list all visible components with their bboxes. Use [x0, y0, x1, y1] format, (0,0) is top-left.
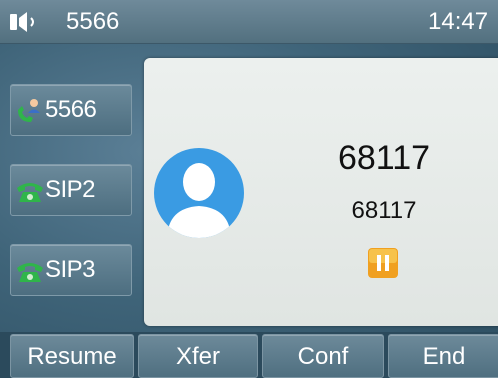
account-label: 5566	[66, 8, 120, 35]
line-key-5566[interactable]: 5566	[10, 84, 132, 136]
phone-icon	[17, 183, 43, 202]
resume-button[interactable]: Resume	[10, 334, 134, 378]
conference-button[interactable]: Conf	[262, 334, 384, 378]
speakerphone-icon	[10, 12, 34, 32]
call-panel: 68117 68117	[144, 58, 498, 326]
caller-number: 68117	[351, 197, 417, 224]
line-key-sip2[interactable]: SIP2	[10, 164, 132, 216]
line-key-label: SIP2	[45, 176, 96, 203]
phone-screen: 5566 14:47 5566 SIP2 SIP3 68117 68117 Re…	[0, 0, 498, 378]
hold-icon	[368, 248, 398, 278]
line-key-label: 5566	[45, 96, 97, 123]
softkey-bar: Resume Xfer Conf End	[0, 332, 498, 378]
contact-avatar-icon	[154, 148, 244, 238]
caller-name: 68117	[337, 139, 431, 177]
end-call-button[interactable]: End	[388, 334, 498, 378]
line-key-sip3[interactable]: SIP3	[10, 244, 132, 296]
transfer-button[interactable]: Xfer	[138, 334, 258, 378]
clock: 14:47	[428, 8, 489, 35]
line-key-label: SIP3	[45, 256, 96, 283]
status-bar: 5566 14:47	[0, 0, 498, 44]
contact-phone-icon	[18, 99, 40, 122]
phone-icon	[17, 263, 43, 282]
